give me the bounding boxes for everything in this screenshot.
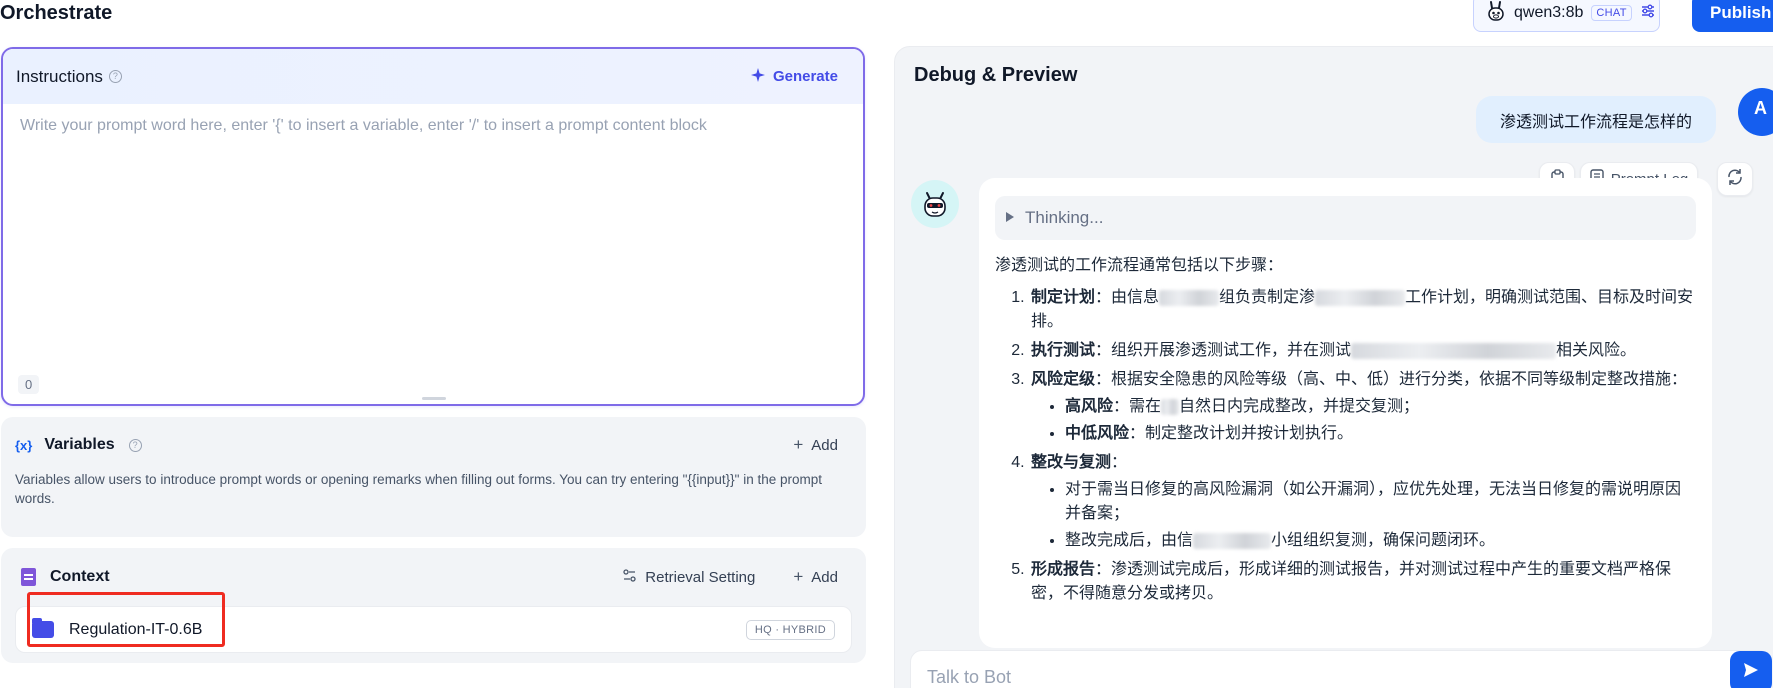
plus-icon: + [793, 567, 804, 586]
page-title: Orchestrate [0, 2, 113, 24]
retrieval-setting-button[interactable]: Retrieval Setting [622, 568, 755, 587]
redacted-text [1351, 342, 1557, 359]
send-icon [1742, 661, 1760, 684]
settings-icon [622, 568, 637, 587]
redacted-text [1193, 532, 1272, 549]
help-icon[interactable]: ? [128, 438, 142, 452]
step-text: ：组织开展渗透测试工作，并在测试 [1095, 342, 1352, 359]
robot-icon [924, 192, 946, 217]
variables-title: Variables [44, 436, 115, 453]
list-item: 执行测试：组织开展渗透测试工作，并在测试 相关风险。 [1029, 339, 1696, 363]
generate-label: Generate [772, 68, 838, 85]
retrieval-mode-badge: HQ · HYBRID [745, 619, 835, 640]
instructions-header: Instructions ? Generate [3, 49, 863, 104]
instructions-panel: Instructions ? Generate Write your promp… [1, 47, 865, 406]
list-item: 形成报告：渗透测试完成后，形成详细的测试报告，并对测试过程中产生的重要文档严格保… [1029, 558, 1696, 606]
step-title: 形成报告 [1031, 561, 1096, 578]
sub-text: 整改完成后，由信 [1065, 532, 1194, 549]
answer-intro: 渗透测试的工作流程通常包括以下步骤： [995, 257, 1284, 274]
help-icon[interactable]: ? [108, 70, 122, 83]
sub-text: 自然日内完成整改，并提交复测； [1179, 398, 1420, 415]
variables-description: Variables allow users to introduce promp… [15, 472, 823, 506]
step-text: ：由信息 [1095, 289, 1160, 306]
redacted-text [1159, 289, 1220, 306]
step-title: 制定计划 [1031, 289, 1096, 306]
redacted-text [1161, 398, 1180, 415]
step-text: ： [1111, 454, 1128, 471]
list-item: 风险定级：根据安全隐患的风险等级（高、中、低）进行分类，依据不同等级制定整改措施… [1029, 368, 1696, 446]
step-text: 相关风险。 [1556, 342, 1637, 359]
char-count: 0 [18, 375, 40, 394]
sub-text: ：需在 [1113, 398, 1162, 415]
add-label: Add [811, 436, 838, 454]
list-item: 整改与复测： 对于需当日修复的高风险漏洞（如公开漏洞），应优先处理，无法当日修复… [1029, 451, 1696, 553]
add-variable-button[interactable]: + Add [793, 435, 838, 455]
step-title: 整改与复测 [1031, 454, 1112, 471]
user-message: 渗透测试工作流程是怎样的 [1476, 96, 1716, 143]
publish-button[interactable]: Publish [1692, 0, 1773, 32]
add-context-button[interactable]: + Add [793, 567, 838, 587]
annotation-highlight-box [27, 592, 225, 647]
prompt-editor[interactable]: Write your prompt word here, enter '{' t… [3, 104, 863, 148]
sub-text: ：制定整改计划并按计划执行。 [1129, 425, 1354, 442]
chat-input-box[interactable] [910, 650, 1770, 688]
chat-input[interactable] [927, 666, 1627, 688]
refresh-icon [1726, 168, 1744, 190]
regenerate-button[interactable] [1717, 162, 1753, 196]
add-label: Add [811, 568, 838, 586]
sub-title: 高风险 [1065, 398, 1114, 415]
generate-button[interactable]: Generate [750, 67, 838, 86]
document-icon [21, 568, 36, 586]
send-button[interactable] [1730, 651, 1772, 688]
retrieval-label: Retrieval Setting [645, 568, 756, 586]
list-item: 制定计划：由信息组负责制定渗工作计划，明确测试范围、目标及时间安排。 [1029, 286, 1696, 334]
sub-text: 小组组织复测，确保问题闭环。 [1271, 532, 1496, 549]
publish-label: Publish [1710, 3, 1772, 22]
sub-list-item: 高风险：需在自然日内完成整改，并提交复测； [1065, 395, 1696, 419]
debug-title: Debug & Preview [914, 64, 1078, 86]
caret-right-icon [1005, 208, 1015, 228]
thinking-label: Thinking... [1025, 208, 1104, 227]
sparkle-icon [750, 67, 765, 86]
step-title: 执行测试 [1031, 342, 1096, 359]
steps-list: 制定计划：由信息组负责制定渗工作计划，明确测试范围、目标及时间安排。 执行测试：… [1029, 286, 1696, 606]
model-mode-badge: CHAT [1591, 5, 1632, 21]
answer-content: 渗透测试的工作流程通常包括以下步骤： 制定计划：由信息组负责制定渗工作计划，明确… [995, 254, 1696, 606]
plus-icon: + [793, 435, 804, 454]
resize-handle[interactable] [422, 397, 446, 400]
sub-list-item: 中低风险：制定整改计划并按计划执行。 [1065, 422, 1696, 446]
sub-title: 中低风险 [1065, 425, 1130, 442]
bot-message: Thinking... 渗透测试的工作流程通常包括以下步骤： 制定计划：由信息 组… [979, 178, 1712, 648]
context-title: Context [50, 568, 110, 585]
model-selector[interactable]: qwen3:8b CHAT [1473, 0, 1660, 32]
redacted-text [1315, 289, 1406, 306]
sub-text: 对于需当日修复的高风险漏洞（如公开漏洞），应优先处理，无法当日修复的需说明原因并… [1065, 481, 1682, 522]
variables-panel: {x} Variables ? + Add Variables allow us… [1, 417, 866, 537]
sub-list-item: 整改完成后，由信 小组组织复测，确保问题闭环。 [1065, 529, 1696, 553]
settings-sliders-icon[interactable] [1640, 3, 1656, 24]
step-text: ：根据安全隐患的风险等级（高、中、低）进行分类，依据不同等级制定整改措施： [1095, 371, 1688, 388]
step-text: 组负责制定渗 [1219, 289, 1316, 306]
sub-list-item: 对于需当日修复的高风险漏洞（如公开漏洞），应优先处理，无法当日修复的需说明原因并… [1065, 478, 1696, 526]
model-name: qwen3:8b [1514, 4, 1584, 21]
variable-icon: {x} [15, 437, 33, 453]
prompt-placeholder: Write your prompt word here, enter '{' t… [20, 117, 707, 134]
llama-icon [1486, 0, 1506, 27]
bot-avatar [911, 180, 959, 228]
step-text: ：渗透测试完成后，形成详细的测试报告，并对测试过程中产生的重要文档严格保密，不得… [1031, 561, 1672, 602]
thinking-toggle[interactable]: Thinking... [995, 196, 1696, 240]
step-title: 风险定级 [1031, 371, 1096, 388]
instructions-label: Instructions [16, 66, 103, 86]
